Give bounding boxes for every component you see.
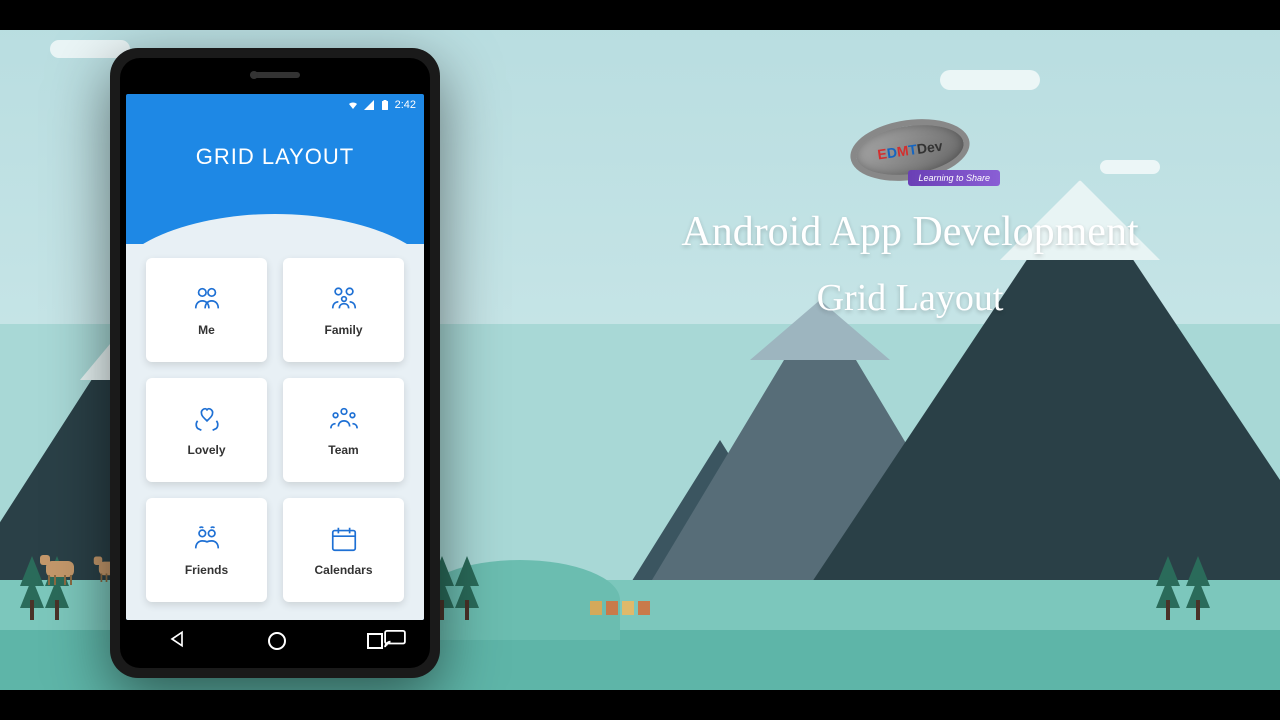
grid-layout: Me Family Lovely — [126, 244, 424, 620]
headline-main: Android App Development — [600, 208, 1220, 256]
signal-icon — [363, 99, 375, 111]
headline-sub: Grid Layout — [600, 276, 1220, 320]
android-navbar — [126, 622, 424, 660]
letterbox-bottom — [0, 690, 1280, 720]
heart-hands-icon — [191, 403, 223, 435]
card-label: Calendars — [314, 563, 372, 577]
card-label: Lovely — [187, 443, 225, 457]
brand-logo: EDMTDev Learning to Share — [850, 120, 970, 180]
card-label: Team — [328, 443, 358, 457]
friends-icon — [191, 523, 223, 555]
card-team[interactable]: Team — [283, 378, 404, 482]
card-label: Me — [198, 323, 215, 337]
status-bar: 2:42 — [126, 94, 424, 116]
houses — [590, 601, 650, 615]
app-screen: 2:42 GRID LAYOUT Me Family — [126, 94, 424, 620]
page-title: GRID LAYOUT — [126, 144, 424, 170]
letterbox-top — [0, 0, 1280, 30]
recent-button[interactable] — [367, 633, 383, 649]
calendar-icon — [328, 523, 360, 555]
phone-frame: 2:42 GRID LAYOUT Me Family — [110, 48, 440, 678]
card-lovely[interactable]: Lovely — [146, 378, 267, 482]
team-icon — [328, 403, 360, 435]
card-label: Friends — [185, 563, 228, 577]
tree — [1156, 556, 1180, 620]
tree — [455, 556, 479, 620]
card-friends[interactable]: Friends — [146, 498, 267, 602]
home-button[interactable] — [268, 632, 286, 650]
card-label: Family — [324, 323, 362, 337]
deer — [40, 545, 90, 585]
back-button[interactable] — [167, 629, 187, 654]
card-me[interactable]: Me — [146, 258, 267, 362]
cast-icon[interactable] — [384, 630, 406, 653]
family-icon — [328, 283, 360, 315]
logo-letter: Dev — [916, 138, 944, 157]
battery-icon — [379, 99, 391, 111]
brand-tagline: Learning to Share — [908, 170, 1000, 186]
wifi-icon — [347, 99, 359, 111]
tree — [1186, 556, 1210, 620]
app-header: GRID LAYOUT — [126, 116, 424, 210]
card-calendars[interactable]: Calendars — [283, 498, 404, 602]
card-family[interactable]: Family — [283, 258, 404, 362]
cloud — [940, 70, 1040, 90]
title-block: EDMTDev Learning to Share Android App De… — [600, 120, 1220, 320]
people-icon — [191, 283, 223, 315]
clock-text: 2:42 — [395, 99, 416, 111]
